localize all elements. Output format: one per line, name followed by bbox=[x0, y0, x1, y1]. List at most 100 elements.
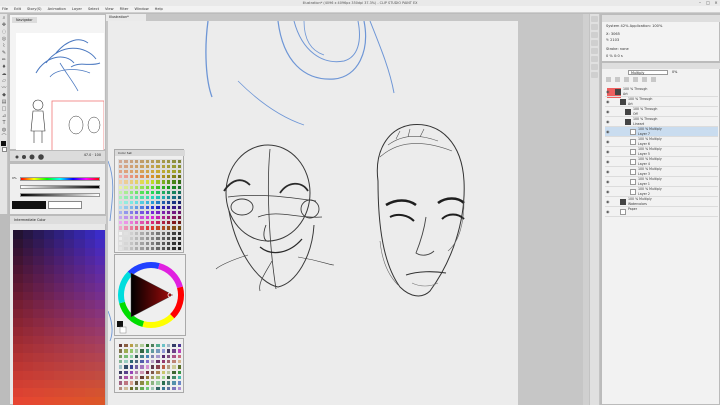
gradient-swatch[interactable] bbox=[74, 318, 85, 327]
gradient-swatch[interactable] bbox=[53, 388, 65, 398]
gradient-swatch[interactable] bbox=[84, 335, 95, 345]
blend-mode-select[interactable]: Multiply bbox=[628, 70, 668, 75]
gradient-swatch[interactable] bbox=[43, 230, 54, 239]
hue-slider[interactable] bbox=[20, 177, 100, 181]
gradient-swatch[interactable] bbox=[33, 353, 44, 362]
gradient-swatch[interactable] bbox=[13, 238, 24, 248]
gradient-swatch[interactable] bbox=[23, 282, 34, 292]
gradient-swatch[interactable] bbox=[43, 326, 54, 336]
mask-icon[interactable] bbox=[642, 77, 647, 82]
gradient-swatch[interactable] bbox=[33, 256, 44, 266]
gradient-swatch[interactable] bbox=[23, 326, 34, 336]
gradient-swatch[interactable] bbox=[33, 388, 44, 398]
gradient-swatch[interactable] bbox=[53, 238, 65, 248]
gradient-swatch[interactable] bbox=[43, 282, 54, 292]
eye-icon[interactable]: ◉ bbox=[606, 200, 610, 204]
menu-item[interactable]: Layer bbox=[72, 7, 82, 11]
gradient-swatch[interactable] bbox=[74, 353, 85, 362]
current-color-swatch[interactable] bbox=[12, 201, 46, 209]
layer-row[interactable]: ◉ 100 % Multiply Layer 3 bbox=[605, 167, 718, 177]
delete-layer-icon[interactable] bbox=[651, 77, 656, 82]
dock-icon-7[interactable] bbox=[591, 64, 598, 70]
main-color-swatch[interactable] bbox=[1, 141, 6, 146]
gradient-swatch[interactable] bbox=[23, 230, 34, 239]
gradient-swatch[interactable] bbox=[94, 397, 105, 405]
gradient-swatch[interactable] bbox=[74, 300, 85, 310]
color-set-grid[interactable] bbox=[118, 159, 182, 251]
gradient-swatch[interactable] bbox=[23, 397, 34, 405]
gradient-swatch[interactable] bbox=[33, 326, 44, 336]
gradient-swatch[interactable] bbox=[33, 370, 44, 380]
dock-icon-4[interactable] bbox=[591, 40, 598, 46]
gradient-swatch[interactable] bbox=[13, 291, 24, 301]
gradient-swatch[interactable] bbox=[43, 318, 54, 327]
gradient-swatch[interactable] bbox=[43, 265, 54, 274]
gradient-swatch[interactable] bbox=[23, 291, 34, 301]
gradient-swatch[interactable] bbox=[64, 309, 75, 318]
gradient-swatch[interactable] bbox=[64, 247, 75, 257]
gradient-swatch[interactable] bbox=[43, 344, 54, 354]
gradient-swatch[interactable] bbox=[94, 335, 105, 345]
gradient-swatch[interactable] bbox=[23, 370, 34, 380]
intermediate-color-grid[interactable] bbox=[13, 230, 105, 405]
gradient-swatch[interactable] bbox=[33, 282, 44, 292]
gradient-swatch[interactable] bbox=[13, 353, 24, 362]
gradient-swatch[interactable] bbox=[13, 388, 24, 398]
gradient-swatch[interactable] bbox=[74, 388, 85, 398]
gradient-swatch[interactable] bbox=[23, 353, 34, 362]
gradient-swatch[interactable] bbox=[84, 274, 95, 283]
gradient-swatch[interactable] bbox=[53, 291, 65, 301]
dock-icon-6[interactable] bbox=[591, 56, 598, 62]
eye-icon[interactable]: ◉ bbox=[606, 170, 610, 174]
correct-line-icon[interactable]: ⌒ bbox=[1, 134, 7, 140]
menu-item[interactable]: Filter bbox=[120, 7, 129, 11]
gradient-swatch[interactable] bbox=[74, 362, 85, 371]
layer-row[interactable]: ◉ 100 % Through Art bbox=[605, 97, 718, 107]
gradient-swatch[interactable] bbox=[74, 397, 85, 405]
gradient-swatch[interactable] bbox=[13, 265, 24, 274]
gradient-swatch[interactable] bbox=[13, 300, 24, 310]
gradient-swatch[interactable] bbox=[53, 362, 65, 371]
menu-item[interactable]: Help bbox=[155, 7, 163, 11]
lasso-icon[interactable]: ◎ bbox=[1, 36, 7, 42]
layer-row[interactable]: ◉ 100 % Multiply Layer 6 bbox=[605, 137, 718, 147]
gradient-swatch[interactable] bbox=[84, 247, 95, 257]
fill-icon[interactable]: ◆ bbox=[1, 92, 7, 98]
gradient-swatch[interactable] bbox=[94, 238, 105, 248]
gradient-swatch[interactable] bbox=[74, 326, 85, 336]
gradient-swatch[interactable] bbox=[94, 379, 105, 389]
gradient-swatch[interactable] bbox=[94, 300, 105, 310]
lock-icon[interactable] bbox=[633, 77, 638, 82]
brush-icon[interactable]: ♦ bbox=[1, 64, 7, 70]
gradient-swatch[interactable] bbox=[74, 291, 85, 301]
gradient-swatch[interactable] bbox=[64, 344, 75, 354]
balloon-icon[interactable]: ◍ bbox=[1, 127, 7, 133]
gradient-swatch[interactable] bbox=[33, 344, 44, 354]
gradient-swatch[interactable] bbox=[53, 309, 65, 318]
layer-row[interactable]: ◉ 100 % Multiply Layer 7 bbox=[605, 127, 718, 137]
gradient-swatch[interactable] bbox=[64, 230, 75, 239]
gradient-swatch[interactable] bbox=[33, 335, 44, 345]
pencil-icon[interactable]: ✏ bbox=[1, 57, 7, 63]
text-icon[interactable]: T bbox=[1, 120, 7, 126]
gradient-swatch[interactable] bbox=[33, 265, 44, 274]
gradient-swatch[interactable] bbox=[23, 379, 34, 389]
gradient-swatch[interactable] bbox=[53, 344, 65, 354]
gradient-swatch[interactable] bbox=[84, 379, 95, 389]
gradient-swatch[interactable] bbox=[94, 362, 105, 371]
gradient-swatch[interactable] bbox=[33, 247, 44, 257]
gradient-swatch[interactable] bbox=[23, 344, 34, 354]
gradient-swatch[interactable] bbox=[94, 265, 105, 274]
gradient-swatch[interactable] bbox=[43, 300, 54, 310]
gradient-swatch[interactable] bbox=[13, 379, 24, 389]
color-history-grid[interactable] bbox=[118, 343, 182, 391]
gradient-swatch[interactable] bbox=[33, 300, 44, 310]
navigator-tab[interactable]: Navigator bbox=[12, 17, 37, 23]
gradient-swatch[interactable] bbox=[84, 370, 95, 380]
history-swatch[interactable] bbox=[176, 385, 182, 391]
gradient-swatch[interactable] bbox=[33, 238, 44, 248]
pen-icon[interactable]: ✎ bbox=[1, 50, 7, 56]
gradient-swatch[interactable] bbox=[43, 335, 54, 345]
gradient-swatch[interactable] bbox=[84, 362, 95, 371]
sub-color-swatch[interactable] bbox=[2, 147, 7, 152]
